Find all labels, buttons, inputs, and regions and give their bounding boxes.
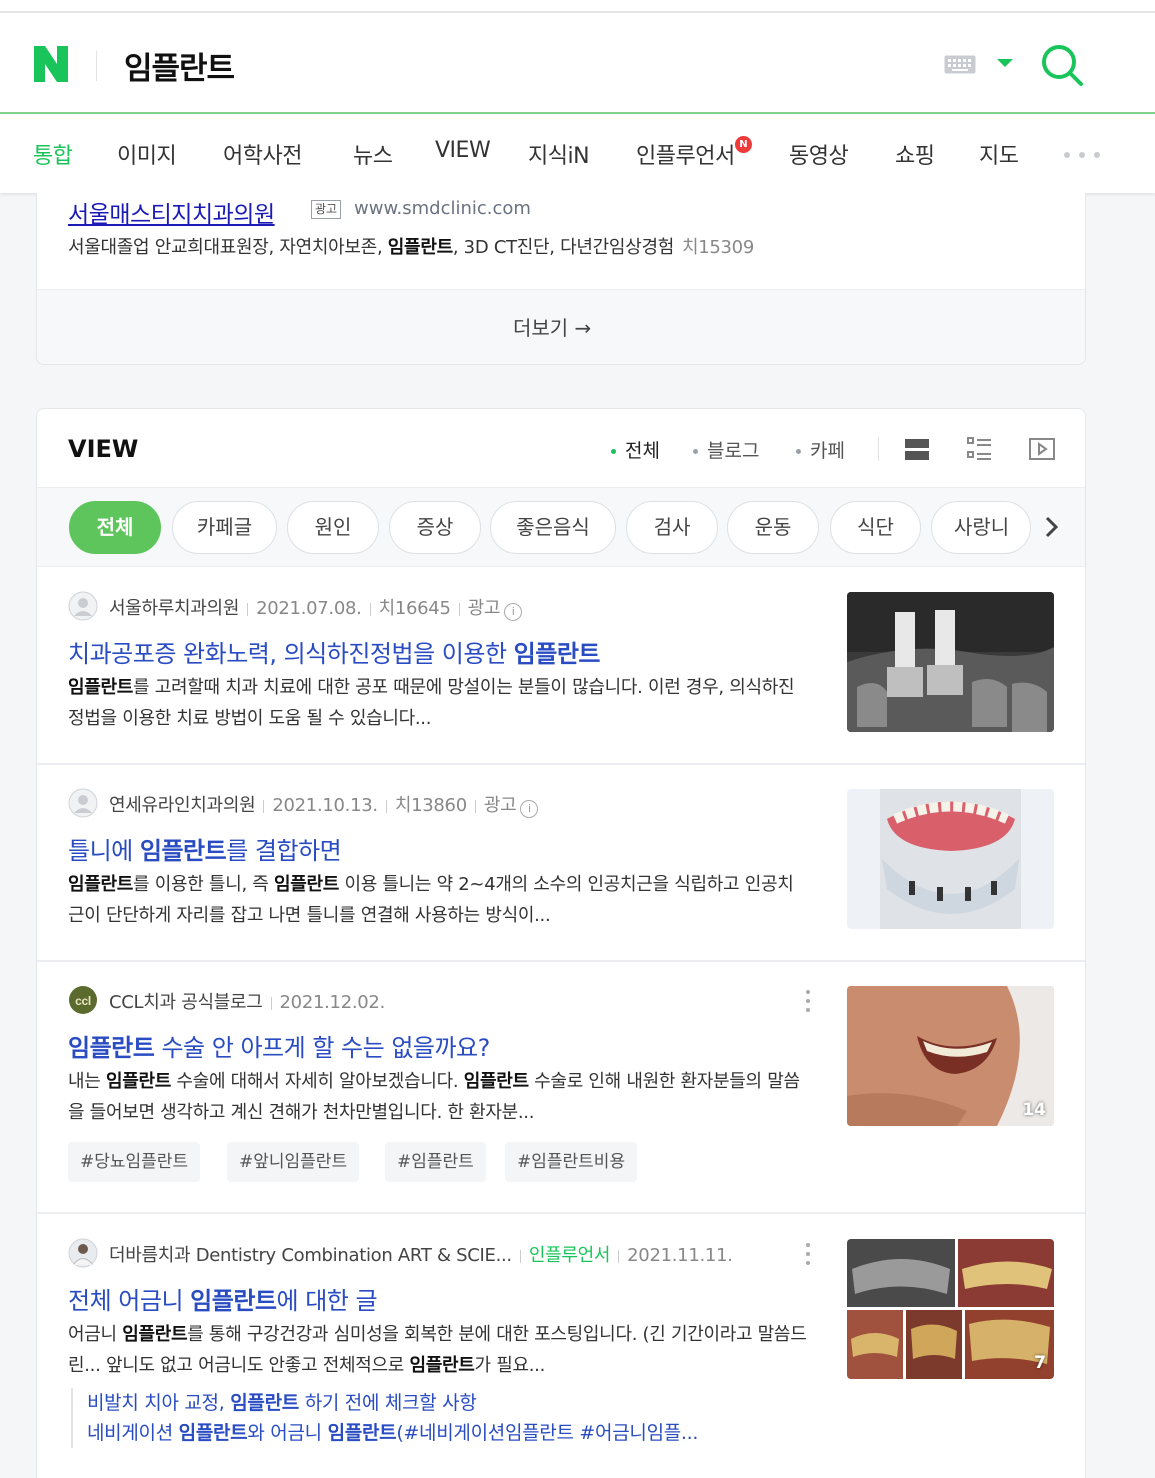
related-post-link[interactable]: 비발치 치아 교정, 임플란트 하기 전에 체크할 사항: [87, 1388, 698, 1418]
tab-map[interactable]: 지도: [979, 138, 1019, 170]
tab-shopping[interactable]: 쇼핑: [895, 138, 935, 170]
info-icon[interactable]: i: [520, 800, 539, 818]
post-author[interactable]: 서울하루치과의원: [109, 598, 239, 619]
collage-photo: [847, 1239, 1054, 1379]
keyboard-dropdown-caret-icon[interactable]: [997, 59, 1013, 67]
avatar[interactable]: [68, 591, 98, 621]
ad-url[interactable]: www.smdclinic.com: [354, 198, 531, 219]
avatar[interactable]: [68, 788, 98, 818]
influencer-label[interactable]: 인플루언서: [529, 1245, 611, 1266]
search-tabs: 통합 이미지 어학사전 뉴스 VIEW 지식iN 인플루언서 N 동영상 쇼핑 …: [0, 116, 1155, 193]
video-layout-icon[interactable]: [1028, 435, 1056, 463]
view-section: VIEW 전체 블로그 카페 전체 카페글 원인 증상 좋은음식 검사 운동 식…: [36, 408, 1086, 1478]
post-title-link[interactable]: 치과공포증 완화노력, 의식하진정법을 이용한 임플란트: [68, 634, 601, 669]
hashtag[interactable]: #앞니임플란트: [227, 1142, 360, 1182]
logo-divider: [96, 51, 97, 81]
post-author[interactable]: CCL치과 공식블로그: [109, 992, 263, 1013]
filter-divider: [878, 437, 879, 461]
naver-logo-icon[interactable]: [32, 44, 70, 84]
tab-kin[interactable]: 지식iN: [528, 138, 590, 170]
more-tabs-icon[interactable]: [1062, 150, 1102, 160]
tab-images[interactable]: 이미지: [117, 138, 177, 170]
chip-good-food[interactable]: 좋은음식: [490, 501, 616, 554]
post-thumbnail[interactable]: [847, 789, 1054, 929]
ad-description: 서울대졸업 안교희대표원장, 자연치아보존, 임플란트, 3D CT진단, 다년…: [68, 237, 754, 258]
post-divider: [37, 1212, 1085, 1214]
photo-count: 7: [1034, 1353, 1046, 1373]
post-thumbnail[interactable]: [847, 592, 1054, 732]
keyboard-icon[interactable]: [944, 55, 976, 74]
keyword-chips: 전체 카페글 원인 증상 좋은음식 검사 운동 식단 사랑니: [37, 487, 1085, 567]
tab-integrated[interactable]: 통합: [33, 138, 73, 170]
tab-dictionary[interactable]: 어학사전: [223, 138, 302, 170]
ad-card: 서울매스티지치과의원 광고 www.smdclinic.com 서울대졸업 안교…: [36, 193, 1086, 365]
tab-view[interactable]: VIEW: [435, 138, 491, 163]
chip-exercise[interactable]: 운동: [727, 501, 819, 554]
chip-symptom[interactable]: 증상: [389, 501, 481, 554]
info-icon[interactable]: i: [504, 603, 523, 621]
search-bar: 임플란트: [0, 13, 1155, 114]
post-snippet: 어금니 임플란트를 통해 구강건강과 심미성을 회복한 분에 대한 포스팅입니다…: [68, 1324, 807, 1376]
related-posts: 비발치 치아 교정, 임플란트 하기 전에 체크할 사항 네비게이션 임플란트와…: [71, 1388, 698, 1448]
search-query[interactable]: 임플란트: [124, 43, 235, 88]
ad-title-link[interactable]: 서울매스티지치과의원: [68, 195, 275, 229]
ad-count: 치15309: [681, 237, 754, 258]
avatar[interactable]: ccl: [68, 985, 98, 1015]
post-divider: [37, 763, 1085, 765]
chip-cafe[interactable]: 카페글: [172, 501, 277, 554]
photo-count: 14: [1022, 1100, 1046, 1120]
tab-influencer-label: 인플루언서: [636, 144, 735, 169]
post-count: 치13860: [394, 795, 467, 816]
svg-text:ccl: ccl: [75, 994, 91, 1008]
tab-video[interactable]: 동영상: [789, 138, 849, 170]
post-snippet: 내는 임플란트 수술에 대해서 자세히 알아보겠습니다. 임플란트 수술로 인해…: [68, 1071, 800, 1123]
chip-cause[interactable]: 원인: [287, 501, 379, 554]
tab-influencer[interactable]: 인플루언서 N: [636, 136, 752, 170]
post-date: 2021.10.13.: [272, 795, 378, 816]
chip-wisdom-tooth[interactable]: 사랑니: [931, 501, 1031, 554]
hashtag[interactable]: #당뇨임플란트: [68, 1142, 201, 1182]
chip-exam[interactable]: 검사: [626, 501, 718, 554]
post-author[interactable]: 더바름치과 Dentistry Combination ART & SCIE..…: [109, 1245, 512, 1266]
post-thumbnail[interactable]: 7: [847, 1239, 1054, 1379]
post-title-link[interactable]: 전체 어금니 임플란트에 대한 글: [68, 1281, 378, 1316]
post-count: 치16645: [378, 598, 451, 619]
hashtag[interactable]: #임플란트비용: [505, 1142, 638, 1182]
text-layout-icon[interactable]: [965, 435, 993, 463]
list-layout-icon[interactable]: [903, 435, 931, 463]
post-title-link[interactable]: 임플란트 수술 안 아프게 할 수는 없을까요?: [68, 1028, 490, 1063]
post-author[interactable]: 연세유라인치과의원: [109, 795, 256, 816]
post-snippet: 임플란트를 고려할때 치과 치료에 대한 공포 때문에 망설이는 분들이 많습니…: [68, 677, 795, 729]
related-post-link[interactable]: 네비게이션 임플란트와 어금니 임플란트(#네비게이션임플란트 #어금니임플..…: [87, 1418, 698, 1448]
filter-blog[interactable]: 블로그: [693, 436, 759, 463]
ad-label: 광고: [467, 598, 501, 619]
avatar[interactable]: [68, 1238, 98, 1268]
post-date: 2021.07.08.: [256, 598, 362, 619]
ad-badge: 광고: [311, 200, 342, 219]
chip-all[interactable]: 전체: [69, 501, 161, 554]
view-title: VIEW: [68, 435, 139, 463]
more-button-label: 더보기 →: [513, 316, 592, 340]
chevron-right-icon[interactable]: [1039, 512, 1063, 542]
filter-cafe[interactable]: 카페: [796, 436, 845, 463]
new-badge: N: [734, 136, 752, 153]
chip-diet[interactable]: 식단: [830, 501, 921, 554]
tab-news[interactable]: 뉴스: [353, 138, 393, 170]
post-title-link[interactable]: 틀니에 임플란트를 결합하면: [68, 831, 342, 866]
more-options-icon[interactable]: [805, 989, 811, 1013]
header: 임플란트 통합 이미지 어학사전 뉴스 VIEW 지식iN 인플루언서 N 동영…: [0, 0, 1155, 193]
post-date: 2021.12.02.: [279, 992, 386, 1013]
post-date: 2021.11.11.: [627, 1245, 733, 1266]
post-snippet: 임플란트를 이용한 틀니, 즉 임플란트 이용 틀니는 약 2~4개의 소수의 …: [68, 874, 794, 926]
filter-all[interactable]: 전체: [611, 436, 660, 463]
ad-label: 광고: [483, 795, 517, 816]
search-icon[interactable]: [1040, 43, 1084, 87]
more-options-icon[interactable]: [805, 1242, 811, 1266]
post-divider: [37, 960, 1085, 962]
more-button[interactable]: 더보기 →: [37, 289, 1085, 364]
hashtag[interactable]: #임플란트: [385, 1142, 486, 1182]
post-thumbnail[interactable]: 14: [847, 986, 1054, 1126]
